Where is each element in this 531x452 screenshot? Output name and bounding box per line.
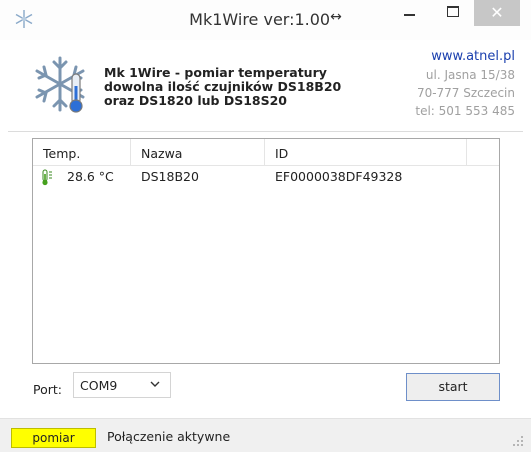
thermometer-icon [42,169,52,186]
window-title-text: Mk1Wire ver:1.00 [189,10,331,29]
close-icon: ✕ [490,3,504,22]
app-window: Mk1Wire ver:1.00↔ ✕ Mk 1Wire - pomiar te… [0,0,531,452]
cell-name: DS18B20 [141,169,199,184]
column-header-temp[interactable]: Temp. [33,139,131,165]
list-header: Temp. Nazwa ID [33,139,499,166]
port-select[interactable]: COM9 [73,372,171,398]
column-header-name[interactable]: Nazwa [131,139,265,165]
port-select-value: COM9 [80,378,118,393]
app-description: Mk 1Wire - pomiar temperatury dowolna il… [104,66,341,108]
maximize-icon [447,6,459,17]
description-line-2: dowolna ilość czujników DS18B20 [104,79,342,94]
status-bar: pomiar Połączenie aktywne [0,418,531,452]
address-city: 70-777 Szczecin [416,86,515,100]
resize-grip-icon[interactable] [513,436,523,446]
snowflake-thermometer-logo [35,56,85,113]
status-badge: pomiar [11,428,96,448]
sensor-list[interactable]: Temp. Nazwa ID 28.6 °C DS18B20 EF0000038… [32,138,500,364]
column-header-id[interactable]: ID [265,139,467,165]
minimize-icon [404,14,415,16]
chevron-down-icon [150,378,160,391]
maximize-button[interactable] [436,0,470,26]
phone-number: tel: 501 553 485 [415,104,515,118]
connection-status-text: Połączenie aktywne [107,429,231,444]
cell-temperature: 28.6 °C [67,169,114,184]
cell-id: EF0000038DF49328 [275,169,403,184]
description-line-1: Mk 1Wire - pomiar temperatury [104,65,327,80]
start-button[interactable]: start [406,373,500,401]
description-line-3: oraz DS1820 lub DS18S20 [104,93,287,108]
minimize-button[interactable] [393,0,427,26]
title-bar[interactable]: Mk1Wire ver:1.00↔ ✕ [0,0,531,40]
contact-info: www.atnel.pl ul. Jasna 15/38 70-777 Szcz… [415,48,515,120]
address-street: ul. Jasna 15/38 [425,68,515,82]
info-header: Mk 1Wire - pomiar temperatury dowolna il… [8,40,523,132]
table-row[interactable]: 28.6 °C DS18B20 EF0000038DF49328 [33,166,499,190]
resize-arrow-icon: ↔ [330,9,342,25]
website-link[interactable]: www.atnel.pl [415,48,515,66]
port-label: Port: [33,382,62,397]
close-button[interactable]: ✕ [474,0,520,26]
